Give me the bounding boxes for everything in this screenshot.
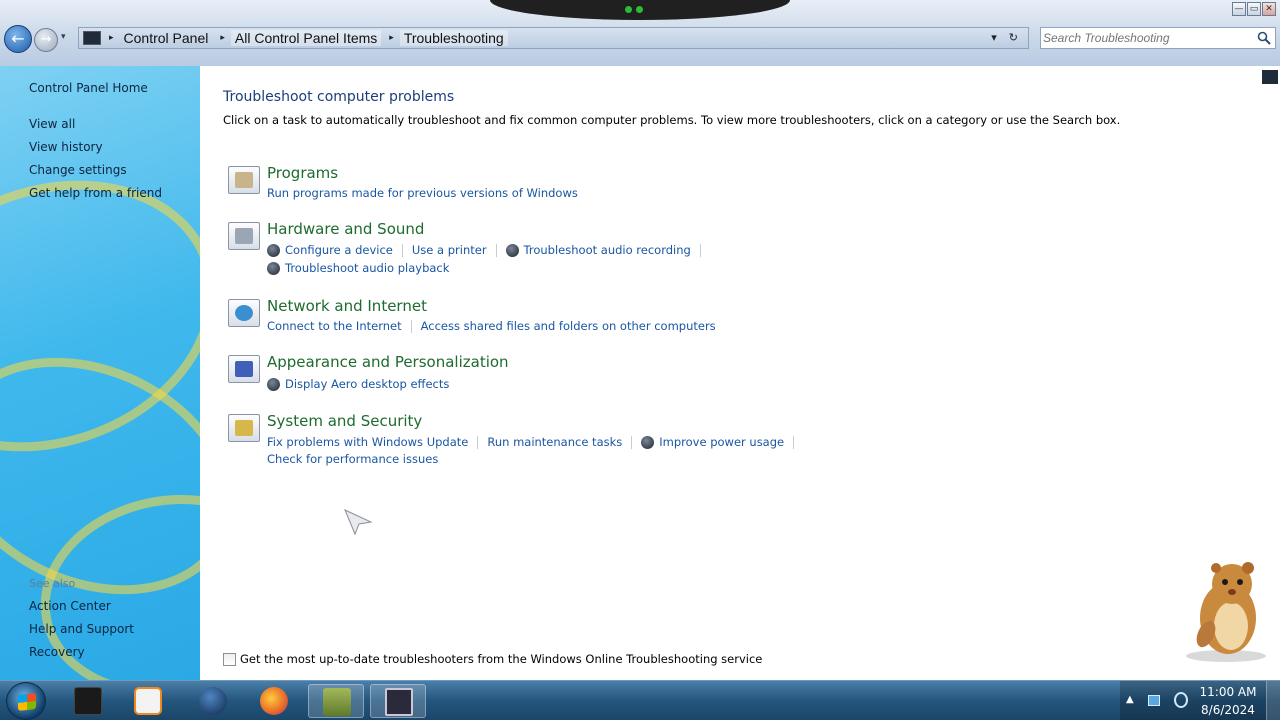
page-description: Click on a task to automatically trouble… (223, 113, 1121, 127)
clock-date[interactable]: 8/6/2024 (1198, 703, 1258, 717)
window-controls: — ▭ ✕ (1232, 2, 1276, 16)
forward-button[interactable]: → (34, 28, 58, 52)
terminal-icon (74, 687, 102, 715)
breadcrumb-separator[interactable]: ▸ (220, 33, 225, 43)
sidebar-item-help-and-support[interactable]: Help and Support (29, 622, 134, 636)
globe-icon (199, 687, 227, 715)
page-title: Troubleshoot computer problems (223, 89, 455, 105)
sidebar-item-get-help[interactable]: Get help from a friend (29, 186, 162, 200)
admin-shield-icon (267, 377, 280, 391)
separator (401, 243, 403, 257)
hamster-mascot-icon (1186, 562, 1266, 662)
back-button[interactable]: ← (4, 25, 32, 53)
search-box (1040, 27, 1276, 49)
online-troubleshooters-checkbox[interactable] (223, 652, 236, 666)
sidebar-item-action-center[interactable]: Action Center (29, 599, 111, 613)
admin-shield-icon (267, 243, 280, 257)
mouse-pointer-icon (344, 509, 373, 536)
minimize-button[interactable]: — (1232, 2, 1246, 16)
breadcrumb-all-control-panel-items[interactable]: All Control Panel Items (230, 30, 382, 46)
programs-icon[interactable] (228, 166, 260, 194)
firefox-icon (260, 687, 288, 715)
taskbar: ▲ 11:00 AM 8/6/2024 (0, 680, 1280, 720)
taskbar-item-media[interactable] (120, 684, 176, 718)
breadcrumb-separator[interactable]: ▸ (389, 33, 394, 43)
see-also-heading: See also (29, 577, 76, 590)
hardware-sound-icon[interactable] (228, 222, 260, 250)
refresh-icon[interactable]: ↻ (1009, 31, 1018, 44)
category-title-programs[interactable]: Programs (267, 164, 338, 182)
system-security-icon[interactable] (228, 414, 260, 442)
task-performance-issues[interactable]: Check for performance issues (267, 452, 438, 466)
search-input[interactable] (1043, 30, 1253, 46)
sidebar-item-view-history[interactable]: View history (29, 140, 103, 154)
address-bar[interactable]: ▸ Control Panel ▸ All Control Panel Item… (78, 27, 1029, 49)
separator (410, 319, 412, 333)
sidebar-item-recovery[interactable]: Recovery (29, 645, 85, 659)
network-internet-icon[interactable] (228, 299, 260, 327)
control-panel-icon (83, 31, 101, 45)
address-dropdown-icon[interactable]: ▾ (991, 31, 997, 44)
separator (477, 435, 479, 449)
task-maintenance[interactable]: Run maintenance tasks (487, 435, 622, 449)
network-icon[interactable] (1174, 692, 1188, 708)
separator (793, 435, 795, 449)
window-title-bar: — ▭ ✕ ← → ▾ ▸ Control Panel ▸ All Contro… (0, 0, 1280, 66)
windows-start-icon[interactable] (6, 682, 46, 720)
category-title-hardware-sound[interactable]: Hardware and Sound (267, 220, 424, 238)
admin-shield-icon (267, 261, 280, 275)
close-button[interactable]: ✕ (1262, 2, 1276, 16)
help-icon[interactable] (1262, 70, 1278, 84)
online-troubleshooters-label[interactable]: Get the most up-to-date troubleshooters … (240, 652, 762, 666)
task-configure-device[interactable]: Configure a device (267, 243, 393, 257)
sidebar-item-view-all[interactable]: View all (29, 117, 75, 131)
window-app-icon (385, 688, 413, 716)
breadcrumb-separator[interactable]: ▸ (109, 33, 114, 43)
taskbar-item-window[interactable] (370, 684, 426, 718)
indicator-dot (636, 6, 643, 13)
sidebar-item-change-settings[interactable]: Change settings (29, 163, 127, 177)
show-hidden-icons-icon[interactable]: ▲ (1126, 694, 1134, 705)
task-power-usage[interactable]: Improve power usage (641, 435, 784, 449)
task-audio-playback[interactable]: Troubleshoot audio playback (267, 261, 449, 275)
task-windows-update[interactable]: Fix problems with Windows Update (267, 435, 468, 449)
recent-pages-dropdown[interactable]: ▾ (61, 32, 66, 42)
breadcrumb-control-panel[interactable]: Control Panel (120, 30, 213, 46)
action-center-icon[interactable] (1148, 695, 1160, 706)
sidebar-item-control-panel-home[interactable]: Control Panel Home (29, 81, 148, 95)
clock-time[interactable]: 11:00 AM (1198, 685, 1258, 699)
task-connect-internet[interactable]: Connect to the Internet (267, 319, 402, 333)
taskbar-item-terminal[interactable] (60, 684, 116, 718)
category-title-network-internet[interactable]: Network and Internet (267, 297, 427, 315)
task-shared-files[interactable]: Access shared files and folders on other… (421, 319, 716, 333)
task-use-printer[interactable]: Use a printer (412, 243, 487, 257)
task-audio-recording[interactable]: Troubleshoot audio recording (505, 243, 691, 257)
media-player-icon (134, 687, 162, 715)
taskbar-item-globe[interactable] (185, 684, 241, 718)
navigation-buttons: ← → ▾ (4, 24, 66, 54)
appearance-personalization-icon[interactable] (228, 355, 260, 383)
top-notch-decoration (490, 0, 790, 20)
search-icon[interactable] (1257, 31, 1271, 45)
admin-shield-icon (641, 435, 655, 449)
online-troubleshooters-option: Get the most up-to-date troubleshooters … (223, 652, 762, 666)
category-title-appearance-personalization[interactable]: Appearance and Personalization (267, 353, 509, 371)
separator (699, 243, 701, 257)
task-aero-effects[interactable]: Display Aero desktop effects (267, 377, 449, 391)
show-desktop-button[interactable] (1266, 681, 1280, 720)
separator (631, 435, 633, 449)
taskbar-item-box[interactable] (308, 684, 364, 718)
task-run-older-programs[interactable]: Run programs made for previous versions … (267, 186, 578, 200)
indicator-dot (625, 6, 632, 13)
box-app-icon (323, 688, 351, 716)
separator (495, 243, 497, 257)
maximize-button[interactable]: ▭ (1247, 2, 1261, 16)
breadcrumb-troubleshooting[interactable]: Troubleshooting (399, 30, 508, 46)
taskbar-item-firefox[interactable] (246, 684, 302, 718)
category-title-system-security[interactable]: System and Security (267, 412, 422, 430)
navigation-pane: Control Panel Home View all View history… (0, 66, 200, 680)
main-content: Troubleshoot computer problems Click on … (200, 66, 1280, 680)
admin-shield-icon (505, 243, 519, 257)
